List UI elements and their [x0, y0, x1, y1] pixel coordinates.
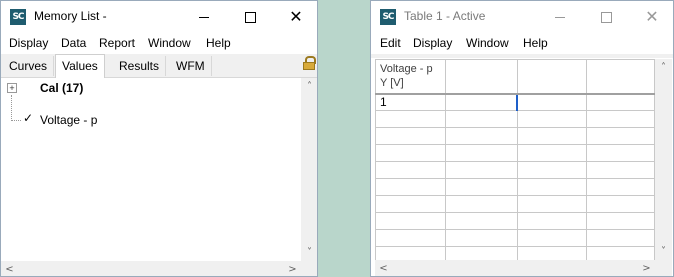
tab-values[interactable]: Values [55, 54, 105, 78]
title-bar: SC Memory List - ✕ [1, 1, 317, 33]
lock-icon[interactable] [303, 56, 316, 70]
table-cell[interactable] [375, 195, 446, 213]
column-header[interactable]: Voltage - p Y [V] [375, 59, 446, 95]
menu-window[interactable]: Window [466, 36, 509, 50]
table-cell[interactable] [516, 110, 588, 128]
scroll-up-arrow-icon[interactable]: ˄ [655, 59, 672, 76]
scroll-down-arrow-icon[interactable]: ˅ [301, 244, 317, 261]
menu-data[interactable]: Data [61, 36, 86, 50]
window-title: Memory List - [34, 9, 107, 23]
horizontal-scrollbar[interactable]: < > [1, 261, 301, 276]
table-cell[interactable] [586, 127, 655, 145]
tree-connector [12, 120, 21, 121]
table-cell[interactable] [375, 178, 446, 196]
table-window: SC Table 1 - Active ✕ Edit Display Windo… [370, 0, 674, 277]
menu-report[interactable]: Report [99, 36, 135, 50]
table-cell[interactable] [444, 212, 518, 230]
table-cell[interactable] [375, 110, 446, 128]
table-cell[interactable] [444, 161, 518, 179]
table-cell[interactable] [375, 229, 446, 247]
window-title: Table 1 - Active [404, 9, 486, 23]
table-cell[interactable] [516, 212, 588, 230]
table-cell[interactable] [586, 144, 655, 162]
table-cell[interactable] [444, 93, 518, 111]
table-cell[interactable] [444, 178, 518, 196]
tree-connector [11, 95, 12, 121]
data-table: Voltage - p Y [V] 1 [375, 59, 655, 264]
toolbar-spacer [371, 54, 673, 58]
vertical-scrollbar[interactable]: ˄ ˅ [301, 78, 317, 261]
column-header[interactable] [444, 59, 518, 95]
scroll-down-arrow-icon[interactable]: ˅ [655, 243, 672, 260]
app-icon: SC [380, 9, 396, 25]
menu-window[interactable]: Window [148, 36, 191, 50]
vertical-scrollbar[interactable]: ˄ ˅ [655, 59, 672, 260]
tab-curves[interactable]: Curves [3, 56, 55, 76]
menu-display[interactable]: Display [9, 36, 48, 50]
table-cell[interactable] [516, 161, 588, 179]
column-header[interactable] [516, 59, 588, 95]
memory-tree [1, 78, 303, 261]
app-icon: SC [10, 9, 26, 25]
scroll-up-arrow-icon[interactable]: ˄ [301, 78, 317, 95]
table-cell[interactable] [586, 195, 655, 213]
memory-list-window: SC Memory List - ✕ Display Data Report W… [0, 0, 318, 277]
table-cell[interactable] [444, 127, 518, 145]
table-cell[interactable] [516, 229, 588, 247]
table-cell[interactable] [516, 144, 588, 162]
scroll-corner [301, 261, 317, 276]
close-button[interactable]: ✕ [629, 1, 673, 33]
menu-bar: Display Data Report Window Help [1, 33, 317, 54]
scroll-left-arrow-icon[interactable]: < [1, 261, 18, 276]
expand-icon[interactable]: + [7, 83, 17, 93]
maximize-button[interactable] [583, 1, 629, 33]
table-cell[interactable] [444, 229, 518, 247]
table-cell[interactable] [586, 178, 655, 196]
column-header-unit: Y [V] [380, 77, 404, 89]
tree-item-voltage[interactable]: Voltage - p [40, 111, 97, 129]
tree-item-cal[interactable]: Cal (17) [40, 79, 83, 97]
table-cell[interactable] [444, 195, 518, 213]
table-cell[interactable] [375, 212, 446, 230]
checkmark-icon[interactable]: ✓ [23, 111, 33, 125]
title-bar: SC Table 1 - Active ✕ [371, 1, 673, 33]
table-cell[interactable] [586, 110, 655, 128]
table-cell[interactable] [516, 195, 588, 213]
menu-help[interactable]: Help [206, 36, 231, 50]
column-header-name: Voltage - p [380, 63, 433, 75]
table-cell[interactable] [516, 178, 588, 196]
menu-edit[interactable]: Edit [380, 36, 401, 50]
menu-help[interactable]: Help [523, 36, 548, 50]
close-button[interactable]: ✕ [273, 1, 317, 33]
table-cell[interactable] [375, 144, 446, 162]
horizontal-scrollbar[interactable]: < > [375, 260, 655, 276]
table-cell[interactable] [586, 161, 655, 179]
maximize-button[interactable] [227, 1, 273, 33]
scroll-left-arrow-icon[interactable]: < [375, 260, 392, 276]
table-cell[interactable] [375, 127, 446, 145]
column-header[interactable] [586, 59, 655, 95]
table-cell[interactable] [586, 212, 655, 230]
table-cell[interactable] [586, 93, 655, 111]
scroll-corner [655, 260, 672, 276]
table-cell[interactable] [586, 229, 655, 247]
table-cell[interactable] [516, 127, 588, 145]
table-cell[interactable] [444, 110, 518, 128]
minimize-button[interactable] [181, 1, 227, 33]
table-cell[interactable] [444, 144, 518, 162]
table-cell[interactable] [375, 161, 446, 179]
menu-display[interactable]: Display [413, 36, 452, 50]
tab-strip: Curves Values Results WFM [1, 54, 317, 78]
minimize-button[interactable] [537, 1, 583, 33]
menu-bar: Edit Display Window Help [371, 33, 673, 54]
tab-wfm[interactable]: WFM [170, 56, 212, 76]
scroll-right-arrow-icon[interactable]: > [638, 260, 655, 276]
scroll-right-arrow-icon[interactable]: > [284, 261, 301, 276]
active-cell[interactable] [516, 93, 588, 111]
tab-results[interactable]: Results [113, 56, 167, 76]
table-cell[interactable]: 1 [375, 93, 446, 111]
